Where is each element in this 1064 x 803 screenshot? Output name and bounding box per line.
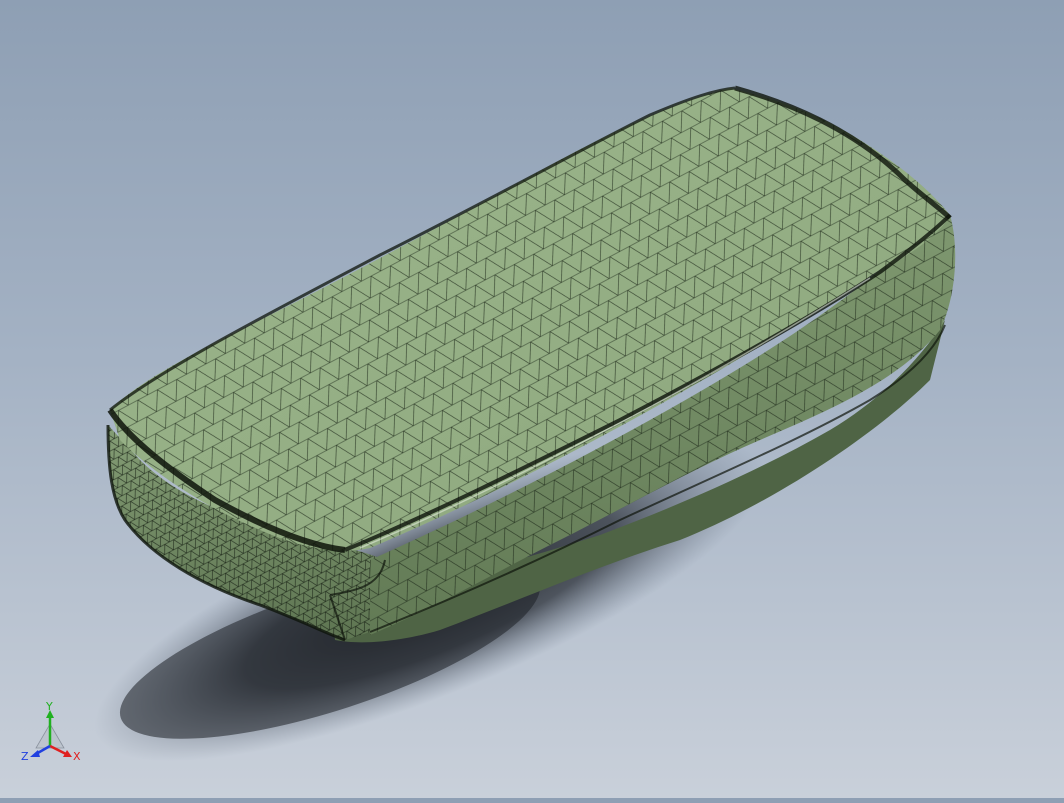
graphics-viewport[interactable]: Y X Z (0, 0, 1064, 798)
y-axis-label: Y (45, 702, 53, 713)
z-axis-arrow (30, 750, 40, 757)
z-axis-label: Z (21, 750, 29, 763)
axis-triad: Y X Z (21, 702, 81, 763)
mesh-model-view[interactable] (0, 0, 1064, 798)
x-axis-label: X (73, 750, 81, 763)
